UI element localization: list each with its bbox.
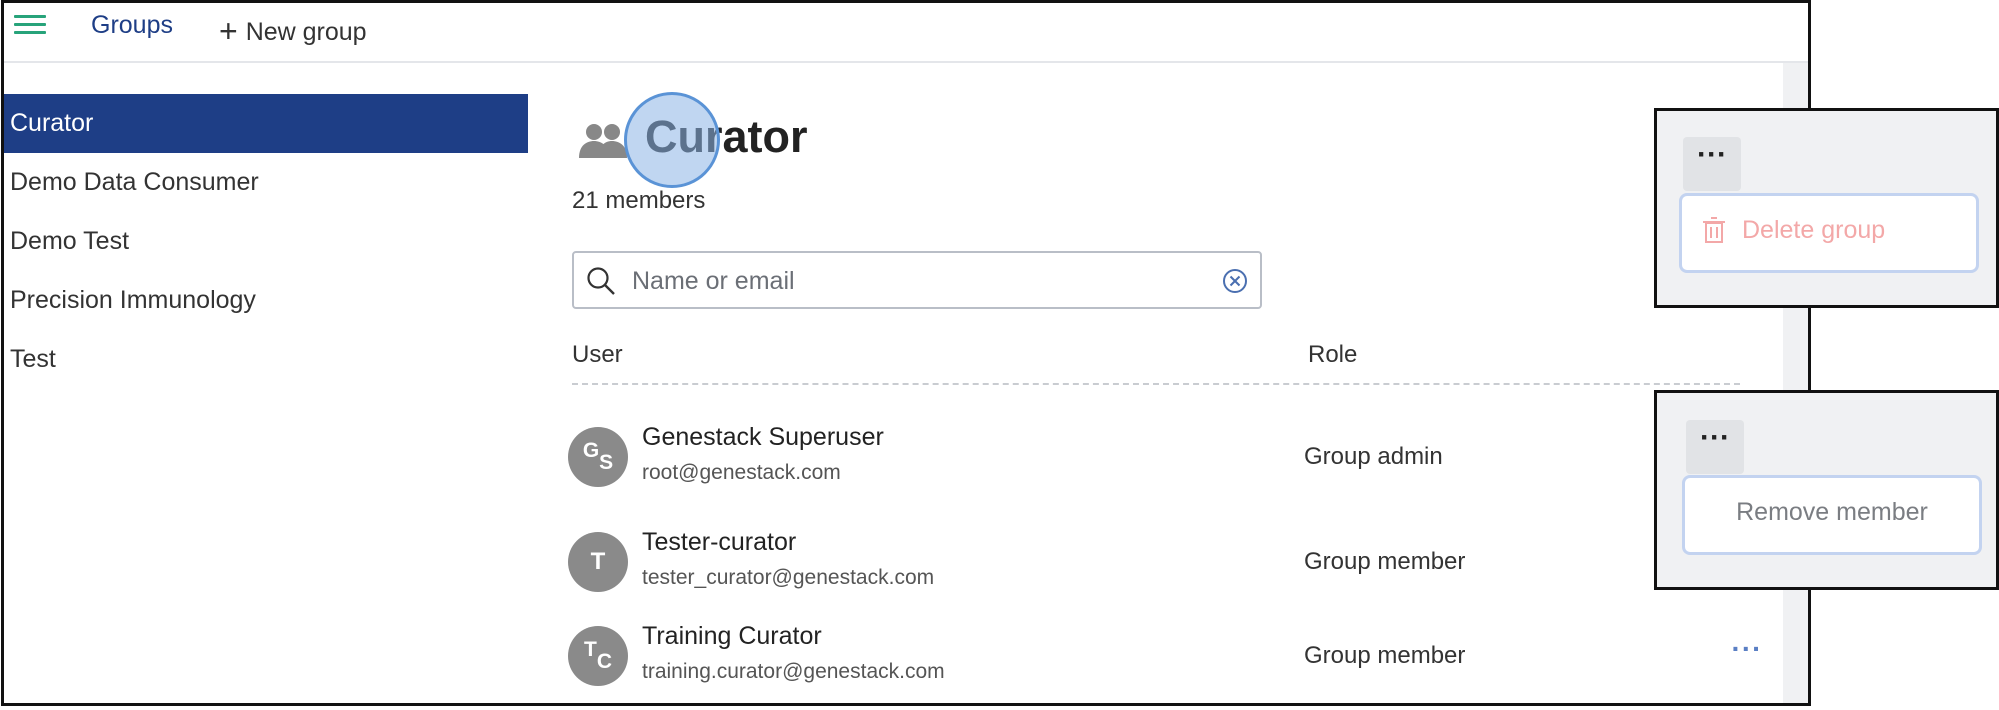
table-row: T Tester-curator tester_curator@genestac… bbox=[568, 528, 1748, 622]
groups-sidebar: Curator Demo Data Consumer Demo Test Pre… bbox=[4, 63, 528, 703]
avatar-initial: T bbox=[584, 638, 597, 661]
avatar-initial: T bbox=[590, 548, 606, 575]
user-role: Group member bbox=[1304, 642, 1466, 669]
remove-member-menu-item[interactable]: Remove member bbox=[1682, 475, 1982, 555]
search-input[interactable] bbox=[630, 261, 1194, 301]
new-group-label: New group bbox=[245, 18, 367, 46]
user-role: Group member bbox=[1304, 548, 1466, 575]
member-more-options-button[interactable]: ··· bbox=[1686, 420, 1744, 474]
clear-search-icon[interactable] bbox=[1222, 268, 1248, 294]
group-more-options-button[interactable]: ··· bbox=[1683, 137, 1741, 191]
avatar: GS bbox=[568, 427, 628, 487]
user-email: training.curator@genestack.com bbox=[642, 660, 945, 683]
trash-icon bbox=[1703, 217, 1725, 243]
groups-nav-link[interactable]: Groups bbox=[91, 11, 173, 40]
top-bar: Groups + New group bbox=[4, 3, 1808, 63]
sidebar-item-demo-data-consumer[interactable]: Demo Data Consumer bbox=[4, 153, 528, 212]
delete-group-menu-item[interactable]: Delete group bbox=[1679, 193, 1979, 273]
sidebar-item-curator[interactable]: Curator bbox=[4, 94, 528, 153]
new-group-button[interactable]: + New group bbox=[219, 11, 367, 49]
group-menu-callout: ··· Delete group bbox=[1654, 108, 1999, 308]
app-window: Groups + New group Curator Demo Data Cons… bbox=[1, 0, 1811, 706]
hamburger-menu-icon[interactable] bbox=[14, 15, 46, 37]
avatar-initial: S bbox=[599, 451, 614, 474]
user-name: Training Curator bbox=[642, 622, 822, 650]
header-divider bbox=[572, 383, 1740, 385]
user-email: root@genestack.com bbox=[642, 461, 841, 484]
sidebar-item-test[interactable]: Test bbox=[4, 330, 528, 389]
click-indicator bbox=[624, 92, 720, 188]
column-header-role: Role bbox=[1308, 341, 1358, 368]
avatar-initial: C bbox=[596, 650, 612, 673]
user-name: Genestack Superuser bbox=[642, 423, 884, 451]
plus-icon: + bbox=[219, 13, 238, 49]
row-more-options-button[interactable]: ··· bbox=[1727, 635, 1767, 670]
delete-group-label: Delete group bbox=[1742, 216, 1886, 244]
avatar: T bbox=[568, 532, 628, 592]
sidebar-item-demo-test[interactable]: Demo Test bbox=[4, 212, 528, 271]
users-icon bbox=[579, 124, 627, 158]
column-header-user: User bbox=[572, 341, 623, 368]
table-row: TC Training Curator training.curator@gen… bbox=[568, 622, 1761, 703]
search-box bbox=[572, 251, 1262, 309]
table-row: GS Genestack Superuser root@genestack.co… bbox=[568, 423, 1748, 517]
user-email: tester_curator@genestack.com bbox=[642, 566, 935, 589]
user-role: Group admin bbox=[1304, 443, 1443, 470]
search-icon bbox=[587, 267, 615, 295]
avatar: TC bbox=[568, 626, 628, 686]
avatar-initial: G bbox=[582, 439, 600, 462]
member-menu-callout: ··· Remove member bbox=[1654, 390, 1999, 590]
members-count: 21 members bbox=[572, 187, 706, 214]
group-detail-panel: Curator 21 members User Role GS Genestac… bbox=[528, 63, 1783, 703]
user-name: Tester-curator bbox=[642, 528, 797, 556]
remove-member-label: Remove member bbox=[1736, 498, 1928, 526]
sidebar-item-precision-immunology[interactable]: Precision Immunology bbox=[4, 271, 528, 330]
